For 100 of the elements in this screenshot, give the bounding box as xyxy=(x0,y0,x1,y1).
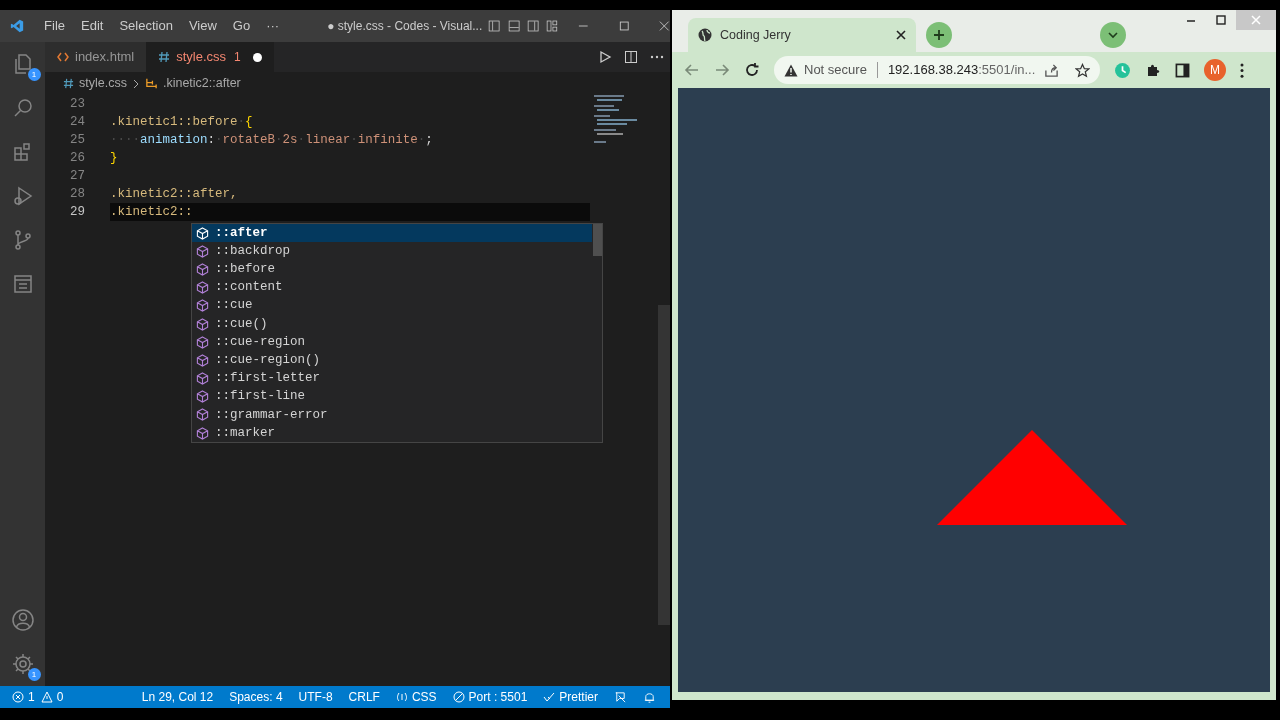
new-tab-button[interactable] xyxy=(926,22,952,48)
layout-icon[interactable] xyxy=(488,19,501,33)
code-token: infinite xyxy=(357,131,418,149)
cube-icon xyxy=(196,299,209,313)
suggestion-item[interactable]: ::before xyxy=(192,260,592,279)
menu-item[interactable]: File xyxy=(36,16,73,36)
feedback-icon[interactable] xyxy=(614,690,627,704)
globe-icon xyxy=(698,28,712,42)
suggestion-item[interactable]: ::cue() xyxy=(192,314,592,334)
problems-indicator[interactable]: 1 0 xyxy=(12,688,64,706)
braces-icon xyxy=(395,691,408,703)
plus-icon xyxy=(933,29,945,41)
status-item[interactable]: CRLF xyxy=(348,688,380,706)
close-icon[interactable] xyxy=(896,30,906,40)
whitespace-marker: · xyxy=(350,131,358,149)
star-icon[interactable] xyxy=(1075,62,1090,78)
browser-tab[interactable]: Coding Jerry xyxy=(688,18,916,52)
code-token: rotateB xyxy=(222,131,276,149)
share-icon[interactable] xyxy=(1044,62,1059,78)
code-token: ; xyxy=(425,131,433,149)
reload-icon[interactable] xyxy=(744,62,760,78)
line-number: 29 xyxy=(69,203,85,221)
warning-count: 0 xyxy=(56,689,64,706)
whitespace-marker: · xyxy=(297,131,306,149)
suggestion-item[interactable]: ::cue-region() xyxy=(192,351,592,370)
scrollbar-thumb[interactable] xyxy=(658,305,670,625)
side-panel-icon[interactable] xyxy=(1175,62,1190,78)
notification-badge: 1 xyxy=(27,68,41,81)
cube-icon xyxy=(196,426,209,440)
breadcrumb-item[interactable]: .kinetic2::after xyxy=(162,74,241,93)
menu-item[interactable]: Selection xyxy=(111,16,181,36)
address-bar[interactable]: Not secure 192.168.38.243:5501/in... xyxy=(774,56,1100,84)
line-number: 28 xyxy=(69,185,85,203)
editor-tab[interactable]: index.html xyxy=(45,42,147,72)
html-file-icon xyxy=(57,51,69,63)
status-item[interactable]: Prettier xyxy=(543,688,598,706)
cube-icon xyxy=(196,335,209,349)
editor-tab[interactable]: style.css 1 xyxy=(146,42,274,72)
suggestion-item[interactable]: ::cue xyxy=(192,296,592,315)
menu-item[interactable]: Edit xyxy=(73,16,112,36)
cube-icon xyxy=(196,317,209,331)
line-number: 24 xyxy=(69,113,85,131)
error-count: 1 xyxy=(28,689,35,706)
css-file-icon xyxy=(63,78,74,89)
account-icon[interactable] xyxy=(10,608,35,632)
code-token: } xyxy=(110,149,118,167)
warning-icon xyxy=(784,63,798,77)
cube-icon xyxy=(196,353,209,367)
suggestion-item[interactable]: ::grammar-error xyxy=(192,405,592,425)
split-editor-icon[interactable] xyxy=(624,50,638,64)
more-icon[interactable] xyxy=(1240,62,1244,78)
menu-item[interactable]: View xyxy=(180,16,225,36)
close-icon xyxy=(1251,15,1261,25)
whitespace-marker: ···· xyxy=(110,131,140,149)
code-token: .kinetic2:: xyxy=(110,203,193,221)
maximize-icon[interactable] xyxy=(1216,15,1226,25)
sidebar-layout-icon[interactable] xyxy=(526,19,540,33)
code-token: 2s xyxy=(282,131,298,149)
back-icon[interactable] xyxy=(684,62,700,78)
status-item[interactable]: UTF-8 xyxy=(298,688,333,706)
whitespace-marker: · xyxy=(237,113,246,131)
panel-layout-icon[interactable] xyxy=(507,19,520,33)
suggestion-item[interactable]: ::after xyxy=(192,224,592,243)
suggestion-item[interactable]: ::cue-region xyxy=(192,333,592,352)
line-number: 25 xyxy=(69,131,85,149)
code-token: linear xyxy=(305,131,351,149)
menu-item[interactable]: ··· xyxy=(258,16,288,36)
tab-search-button[interactable] xyxy=(1100,22,1126,48)
run-icon[interactable] xyxy=(598,50,612,64)
status-item[interactable]: Ln 29, Col 12 xyxy=(141,688,214,706)
suggestion-item[interactable]: ::content xyxy=(192,278,592,297)
line-number: 27 xyxy=(69,167,85,185)
status-item[interactable]: Spaces: 4 xyxy=(229,688,283,706)
breadcrumb-item[interactable]: style.css xyxy=(79,74,127,93)
whitespace-marker: · xyxy=(275,131,283,149)
bell-icon[interactable] xyxy=(643,690,656,704)
suggestion-item[interactable]: ::first-letter xyxy=(192,369,592,388)
app-logo-icon xyxy=(10,18,25,34)
cube-icon xyxy=(196,372,209,386)
url-text: 192.168.38.243:5501/in... xyxy=(887,61,1037,80)
menu-item[interactable]: Go xyxy=(224,16,259,36)
window-title: ● style.css - Codes - Visual... xyxy=(327,18,483,35)
suggestion-item[interactable]: ::marker xyxy=(192,424,592,443)
code-token: : xyxy=(207,131,216,149)
code-token: .kinetic2::after, xyxy=(110,185,238,203)
cube-icon xyxy=(196,226,209,240)
scrollbar-thumb[interactable] xyxy=(593,224,602,256)
customize-layout-icon[interactable] xyxy=(546,19,559,33)
status-item[interactable]: CSS xyxy=(395,688,437,706)
status-item[interactable]: Port : 5501 xyxy=(452,688,528,706)
cube-icon xyxy=(196,408,209,422)
line-number: 23 xyxy=(69,95,85,113)
suggestion-item[interactable]: ::backdrop xyxy=(192,242,592,261)
cube-icon xyxy=(196,390,209,404)
settings-icon[interactable] xyxy=(10,652,35,676)
extensions-icon[interactable] xyxy=(1145,62,1161,78)
forward-icon[interactable] xyxy=(714,62,730,78)
css-file-icon xyxy=(158,51,171,63)
cube-icon xyxy=(196,281,209,295)
suggestion-item[interactable]: ::first-line xyxy=(192,387,592,406)
